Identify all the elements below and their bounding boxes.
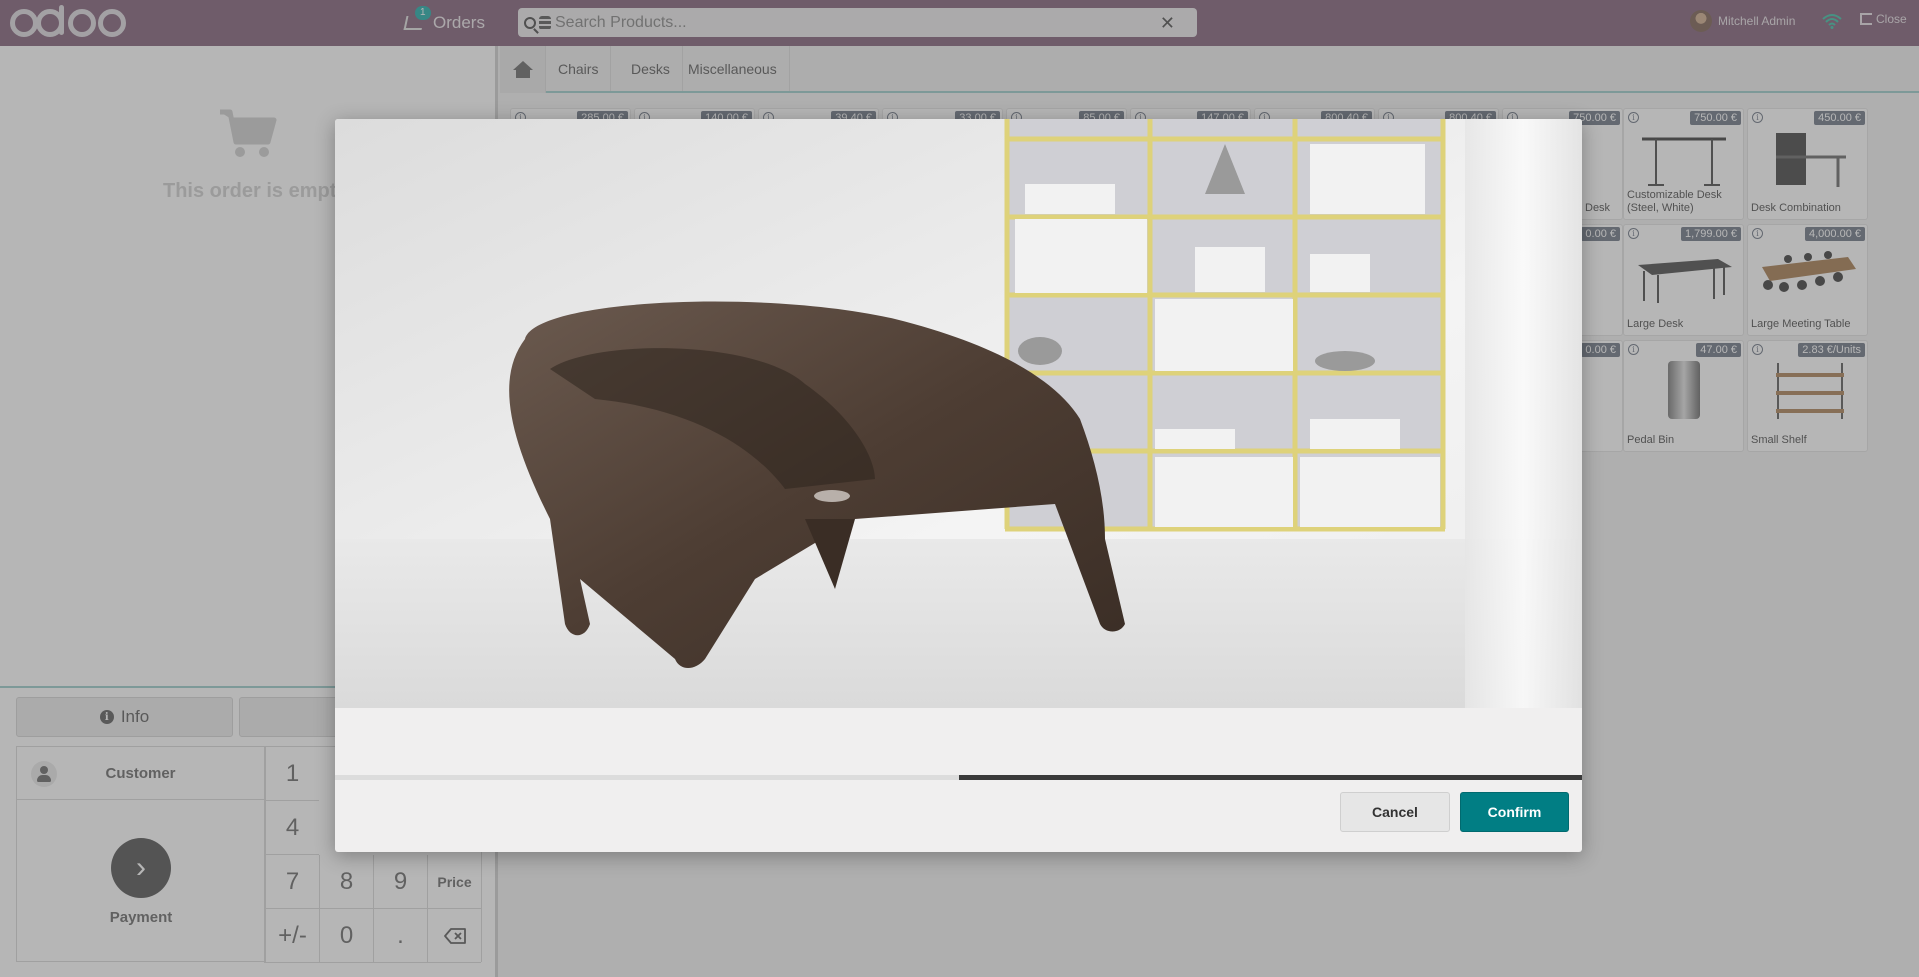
cancel-button[interactable]: Cancel: [1340, 792, 1450, 832]
product-image-dialog: Cancel Confirm: [335, 119, 1582, 852]
confirm-button[interactable]: Confirm: [1460, 792, 1569, 832]
product-photo: [335, 119, 1582, 708]
upload-progress-fill: [959, 775, 1582, 780]
